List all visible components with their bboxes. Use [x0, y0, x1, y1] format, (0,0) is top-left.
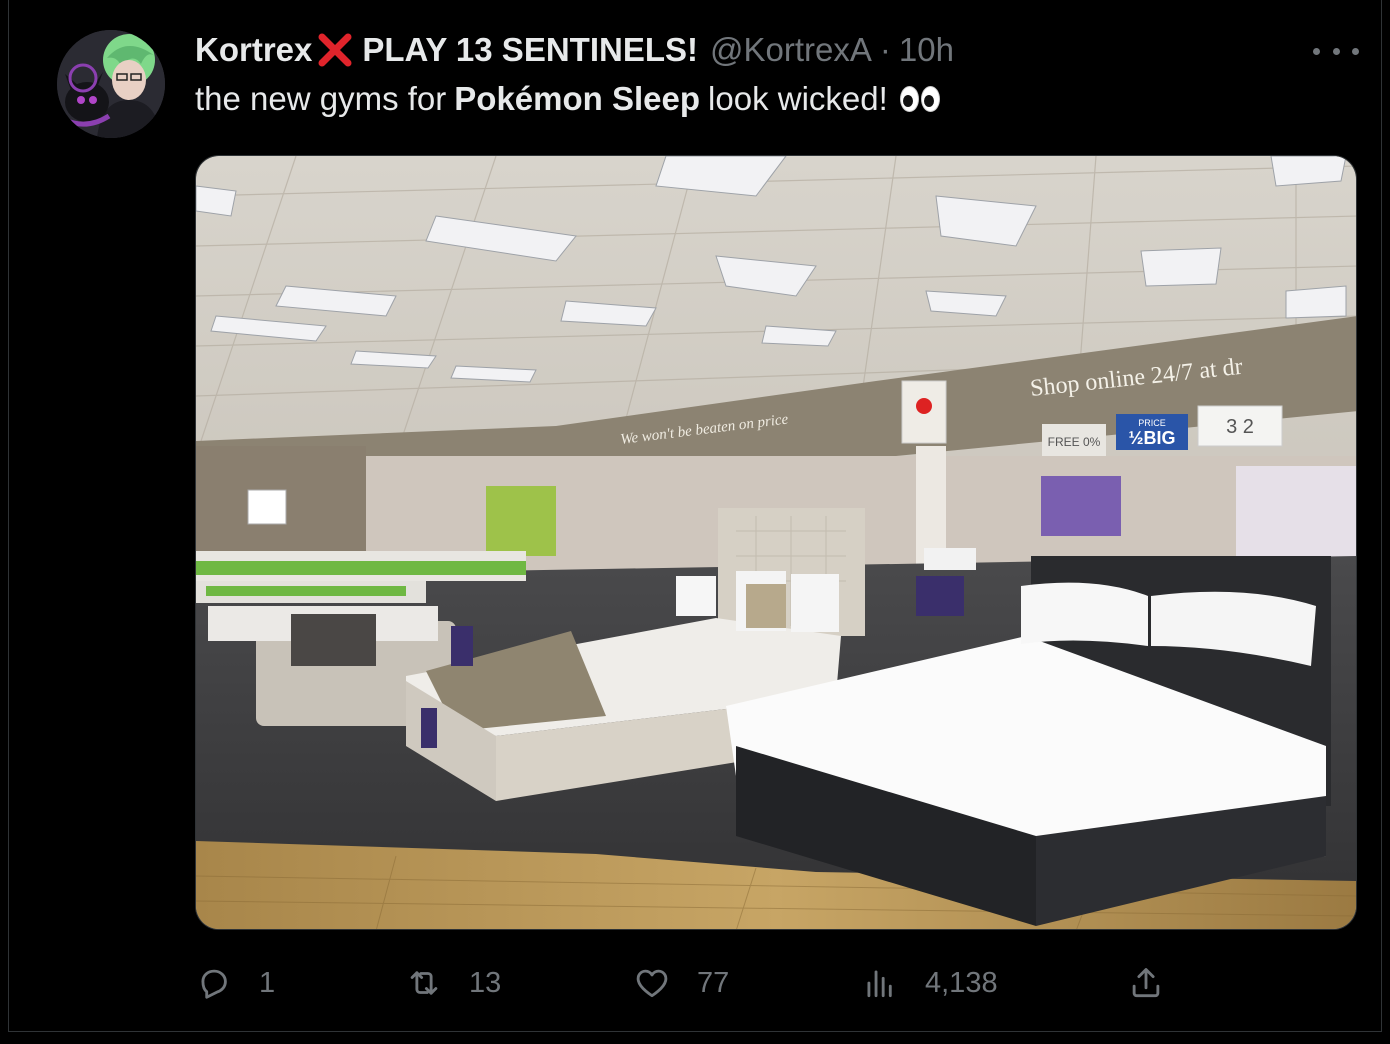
svg-text:PRICE: PRICE	[1138, 418, 1166, 428]
tweet-text-bold: Pokémon Sleep	[454, 80, 701, 117]
author-name-suffix[interactable]: PLAY 13 SENTINELS!	[362, 31, 698, 69]
tweet-text: the new gyms for Pokémon Sleep look wick…	[195, 80, 940, 118]
heart-icon	[636, 969, 668, 998]
views-button[interactable]: 4,138	[861, 958, 998, 1008]
cross-mark-icon	[316, 31, 354, 69]
reply-count: 1	[259, 966, 276, 999]
like-count: 77	[697, 966, 730, 999]
reply-icon	[201, 969, 227, 999]
retweet-button[interactable]: 13	[405, 958, 501, 1008]
svg-text:FREE 0%: FREE 0%	[1048, 435, 1101, 449]
view-count: 4,138	[925, 966, 998, 999]
tweet-container: Kortrex PLAY 13 SENTINELS! @KortrexA · 1…	[8, 0, 1382, 1032]
tweet-header: Kortrex PLAY 13 SENTINELS! @KortrexA · 1…	[195, 28, 954, 72]
tweet-text-before: the new gyms for	[195, 80, 447, 117]
like-button[interactable]: 77	[633, 958, 729, 1008]
tweet-timestamp[interactable]: 10h	[899, 31, 954, 69]
author-avatar[interactable]	[57, 30, 165, 138]
tweet-text-after: look wicked!	[708, 80, 888, 117]
tweet-actions: 1 13 77 4,138	[195, 958, 1357, 1008]
share-icon	[1132, 968, 1160, 998]
author-display-name[interactable]: Kortrex	[195, 31, 312, 69]
author-handle[interactable]: @KortrexA	[710, 31, 872, 69]
svg-text:3 2: 3 2	[1226, 416, 1254, 438]
share-button[interactable]	[1127, 958, 1165, 1008]
reply-button[interactable]: 1	[195, 958, 275, 1008]
retweet-count: 13	[469, 966, 502, 999]
eyes-icon	[899, 86, 940, 112]
retweet-icon	[410, 971, 438, 995]
svg-text:½BIG: ½BIG	[1128, 428, 1175, 448]
analytics-icon	[867, 970, 892, 998]
more-options-icon[interactable]	[1313, 38, 1359, 64]
tweet-image[interactable]: Shop online 24/7 at dr We won't be beate…	[195, 155, 1357, 930]
separator-dot: ·	[879, 31, 891, 68]
